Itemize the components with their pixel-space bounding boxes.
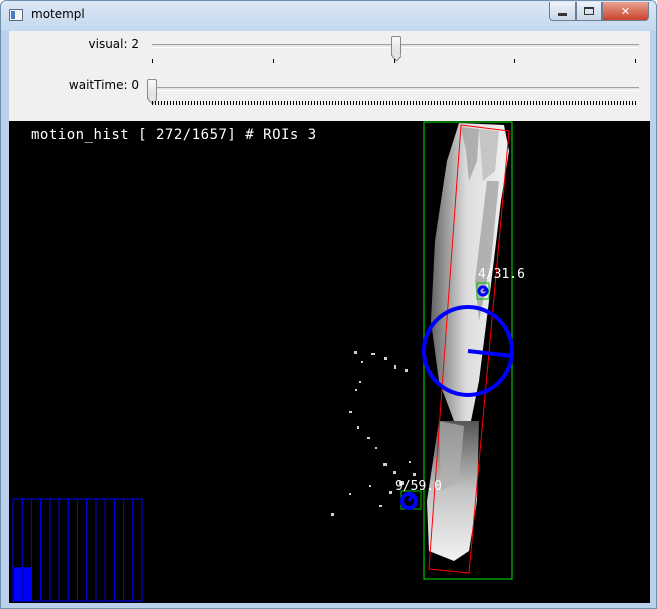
visual-trackbar-thumb[interactable] [390, 36, 401, 56]
visual-tick [635, 59, 636, 63]
app-icon [9, 9, 23, 21]
waittime-trackbar-track[interactable] [152, 87, 639, 91]
roi-motion-indicator [477, 285, 489, 297]
visual-tick [514, 59, 515, 63]
app-window: motempl ✕ visual: 2 waitTime: 0 motion_h… [0, 0, 657, 609]
histogram-bar [14, 567, 23, 601]
minimize-icon [558, 12, 567, 16]
roi-motion-indicator [400, 492, 418, 510]
maximize-icon [584, 7, 594, 15]
maximize-button[interactable] [576, 2, 602, 21]
motion-display[interactable]: motion_hist [ 272/1657] # ROIs 3 4/31.6 … [9, 121, 650, 603]
visual-tick [273, 59, 274, 63]
waittime-trackbar-thumb[interactable] [147, 79, 157, 99]
waittime-trackbar-label: waitTime: 0 [68, 78, 139, 92]
window-title: motempl [31, 7, 85, 21]
waittime-ticks [152, 101, 637, 105]
roi-angle-label: 4/31.6 [478, 267, 525, 282]
histogram-bar [23, 567, 32, 601]
roi-angle-label: 9/59.0 [395, 479, 442, 494]
visual-tick [152, 59, 153, 63]
frame-info-text: motion_hist [ 272/1657] # ROIs 3 [31, 127, 317, 143]
visual-tick [394, 59, 395, 63]
orientation-histogram [12, 498, 143, 602]
minimize-button[interactable] [549, 2, 576, 21]
close-icon: ✕ [620, 4, 631, 18]
close-button[interactable]: ✕ [602, 2, 649, 21]
motion-history-image [12, 121, 514, 602]
motion-silhouette [331, 123, 509, 561]
title-bar[interactable]: motempl ✕ [1, 1, 656, 31]
visual-trackbar-label: visual: 2 [88, 37, 139, 51]
trackbar-panel: visual: 2 waitTime: 0 [9, 31, 650, 121]
